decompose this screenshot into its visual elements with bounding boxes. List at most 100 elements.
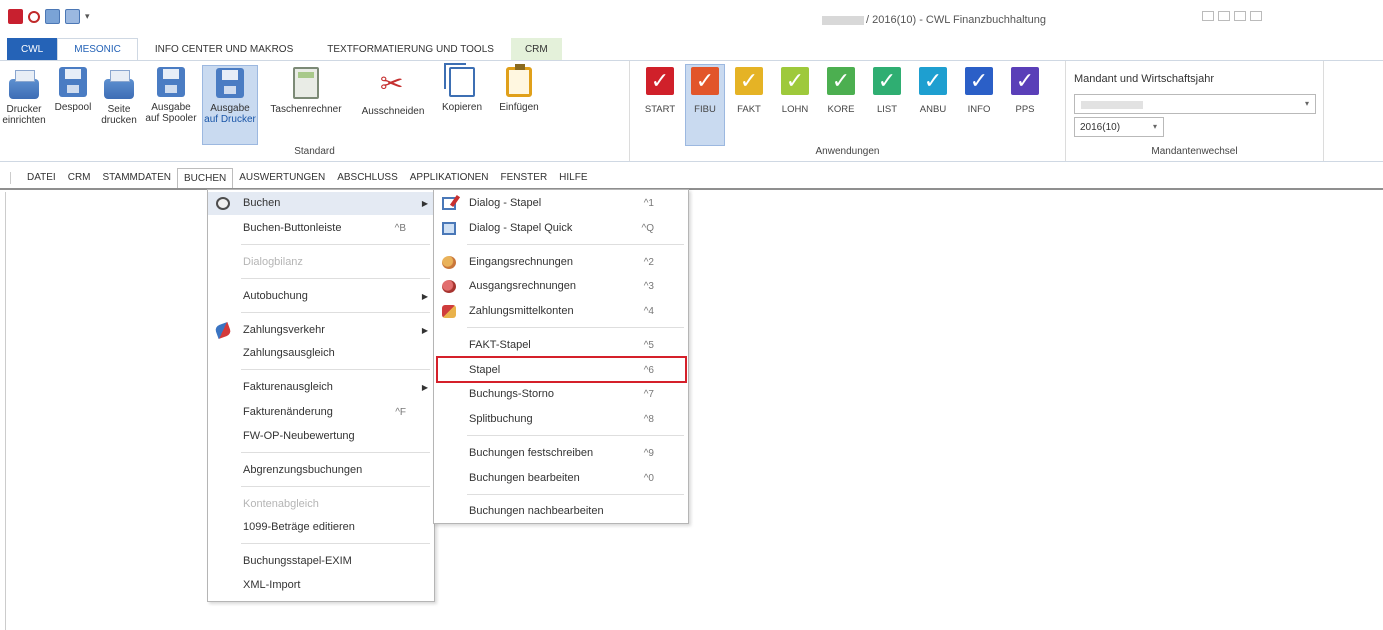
- menu-auswertungen[interactable]: AUSWERTUNGEN: [233, 168, 331, 188]
- menu-item-autobuchung[interactable]: Autobuchung ▶: [208, 285, 434, 308]
- app-anbu[interactable]: ✓ ANBU: [915, 67, 951, 115]
- kopieren-button[interactable]: Kopieren: [434, 63, 490, 113]
- menu-item-zahlungsmittelkonten[interactable]: Zahlungsmittelkonten ^4: [434, 300, 688, 323]
- menu-applikationen[interactable]: APPLIKATIONEN: [404, 168, 495, 188]
- page-print-icon: [104, 70, 134, 99]
- menu-item-buchungsstapel-exim[interactable]: Buchungsstapel-EXIM: [208, 550, 434, 573]
- app-info[interactable]: ✓ INFO: [961, 67, 997, 115]
- group-label-standard: Standard: [294, 146, 335, 157]
- menu-separator: [241, 244, 430, 245]
- tab-cwl[interactable]: CWL: [7, 38, 58, 60]
- menu-item-fakturenausgleich[interactable]: Fakturenausgleich ▶: [208, 376, 434, 399]
- customize-toolbar-icon[interactable]: ▾: [85, 11, 90, 22]
- menu-item-zahlungsausgleich[interactable]: Zahlungsausgleich: [208, 342, 434, 365]
- menu-item-buchen[interactable]: Buchen ▶: [208, 192, 434, 215]
- incoming-invoice-icon: [442, 256, 456, 269]
- menu-separator: [241, 369, 430, 370]
- menu-item-buchungs-storno[interactable]: Buchungs-Storno ^7: [434, 383, 688, 406]
- despool-icon: [59, 67, 87, 97]
- group-mandant: Mandant und Wirtschaftsjahr ▾ 2016(10) ▾…: [1066, 61, 1324, 161]
- app-list[interactable]: ✓ LIST: [869, 67, 905, 115]
- spooler-icon: [157, 67, 185, 97]
- menu-abschluss[interactable]: ABSCHLUSS: [331, 168, 404, 188]
- submenu-arrow-icon: ▶: [421, 292, 428, 301]
- mandant-title: Mandant und Wirtschaftsjahr: [1074, 73, 1215, 85]
- menu-item-buchungen-festschreiben[interactable]: Buchungen festschreiben ^9: [434, 442, 688, 465]
- workspace-border: [5, 192, 6, 630]
- menu-item-fakt-stapel[interactable]: FAKT-Stapel ^5: [434, 334, 688, 357]
- window-icon[interactable]: [45, 9, 60, 24]
- screen-icon[interactable]: [65, 9, 80, 24]
- checkmark-icon: ✓: [919, 67, 947, 95]
- taschenrechner-button[interactable]: Taschenrechner: [260, 67, 352, 115]
- quick-access-toolbar: ▾: [8, 9, 90, 24]
- app-fibu[interactable]: ✓ FIBU: [685, 64, 725, 146]
- chevron-down-icon: ▾: [1304, 99, 1309, 108]
- chevron-down-icon[interactable]: [1234, 11, 1246, 21]
- despool-button[interactable]: Despool: [50, 67, 96, 113]
- menu-item-dialogbilanz: Dialogbilanz: [243, 256, 303, 268]
- satellite-icon: [214, 321, 232, 340]
- menu-separator: [241, 312, 430, 313]
- menu-buchen[interactable]: BUCHEN: [177, 168, 234, 188]
- menu-item-eingangsrechnungen[interactable]: Eingangsrechnungen ^2: [434, 251, 688, 274]
- menu-stammdaten[interactable]: STAMMDATEN: [97, 168, 178, 188]
- copy-icon: [444, 63, 475, 97]
- menu-item-splitbuchung[interactable]: Splitbuchung ^8: [434, 408, 688, 431]
- menu-item-fakturenaenderung[interactable]: Fakturenänderung ^F: [208, 401, 434, 424]
- monitor-icon[interactable]: [1250, 11, 1262, 21]
- scissors-icon: [378, 67, 408, 101]
- app-fakt[interactable]: ✓ FAKT: [731, 67, 767, 115]
- checkmark-icon: ✓: [646, 67, 674, 95]
- menu-crm[interactable]: CRM: [62, 168, 97, 188]
- menu-item-dialog-stapel[interactable]: Dialog - Stapel ^1: [434, 192, 688, 215]
- menu-item-buchungen-bearbeiten[interactable]: Buchungen bearbeiten ^0: [434, 467, 688, 490]
- group-standard: Drucker einrichten Despool Seite drucken…: [0, 61, 630, 161]
- tab-mesonic[interactable]: MESONIC: [57, 38, 138, 60]
- app-pps[interactable]: ✓ PPS: [1007, 67, 1043, 115]
- title-bar: ▾ / 2016(10) - CWL Finanzbuchhaltung: [0, 0, 1383, 38]
- menu-item-kontenabgleich: Kontenabgleich: [243, 498, 319, 510]
- checkmark-icon: ✓: [1011, 67, 1039, 95]
- tab-info-center[interactable]: INFO CENTER UND MAKROS: [138, 38, 310, 60]
- resize-icon[interactable]: [1218, 11, 1230, 21]
- app-lohn[interactable]: ✓ LOHN: [777, 67, 813, 115]
- chevron-down-icon: ▾: [1152, 122, 1157, 131]
- tab-crm[interactable]: CRM: [510, 38, 562, 60]
- menu-item-xml-import[interactable]: XML-Import: [208, 574, 434, 597]
- menu-separator: [241, 452, 430, 453]
- ausgabe-spooler-button[interactable]: Ausgabe auf Spooler: [142, 67, 200, 124]
- mandant-select[interactable]: ▾: [1074, 94, 1316, 114]
- pin-icon[interactable]: [28, 10, 40, 23]
- drucker-einrichten-button[interactable]: Drucker einrichten: [2, 67, 46, 126]
- menu-item-dialog-stapel-quick[interactable]: Dialog - Stapel Quick ^Q: [434, 217, 688, 240]
- window-controls: [1202, 11, 1262, 21]
- menu-hilfe[interactable]: HILFE: [553, 168, 593, 188]
- menu-item-1099-betraege[interactable]: 1099-Beträge editieren: [208, 516, 434, 539]
- menu-item-ausgangsrechnungen[interactable]: Ausgangsrechnungen ^3: [434, 275, 688, 298]
- wirtschaftsjahr-select[interactable]: 2016(10) ▾: [1074, 117, 1164, 137]
- menu-item-zahlungsverkehr[interactable]: Zahlungsverkehr ▶: [208, 319, 434, 342]
- menu-item-fw-op-neubewertung[interactable]: FW-OP-Neubewertung: [208, 425, 434, 448]
- menu-fenster[interactable]: FENSTER: [495, 168, 554, 188]
- menu-item-abgrenzungsbuchungen[interactable]: Abgrenzungsbuchungen: [208, 459, 434, 482]
- ausgabe-drucker-button[interactable]: Ausgabe auf Drucker: [202, 65, 258, 145]
- payment-accounts-icon: [442, 305, 456, 318]
- save-icon[interactable]: [8, 9, 23, 24]
- ausschneiden-button[interactable]: Ausschneiden: [352, 67, 434, 117]
- grid-icon[interactable]: [1202, 11, 1214, 21]
- checkmark-icon: ✓: [691, 67, 719, 95]
- paste-icon: [506, 64, 532, 97]
- tab-textformatierung[interactable]: TEXTFORMATIERUNG UND TOOLS: [310, 38, 511, 60]
- menu-separator: [467, 327, 684, 328]
- einfuegen-button[interactable]: Einfügen: [490, 64, 548, 113]
- menu-item-buchen-buttonleiste[interactable]: Buchen-Buttonleiste ^B: [208, 217, 434, 240]
- menu-datei[interactable]: DATEI: [21, 168, 62, 188]
- menu-separator: [241, 543, 430, 544]
- calculator-icon: [293, 67, 319, 99]
- app-kore[interactable]: ✓ KORE: [823, 67, 859, 115]
- app-start[interactable]: ✓ START: [642, 67, 678, 115]
- menu-item-buchungen-nachbearbeiten[interactable]: Buchungen nachbearbeiten: [434, 500, 688, 523]
- seite-drucken-button[interactable]: Seite drucken: [98, 67, 140, 126]
- redacted-mandant-name: [1081, 101, 1143, 109]
